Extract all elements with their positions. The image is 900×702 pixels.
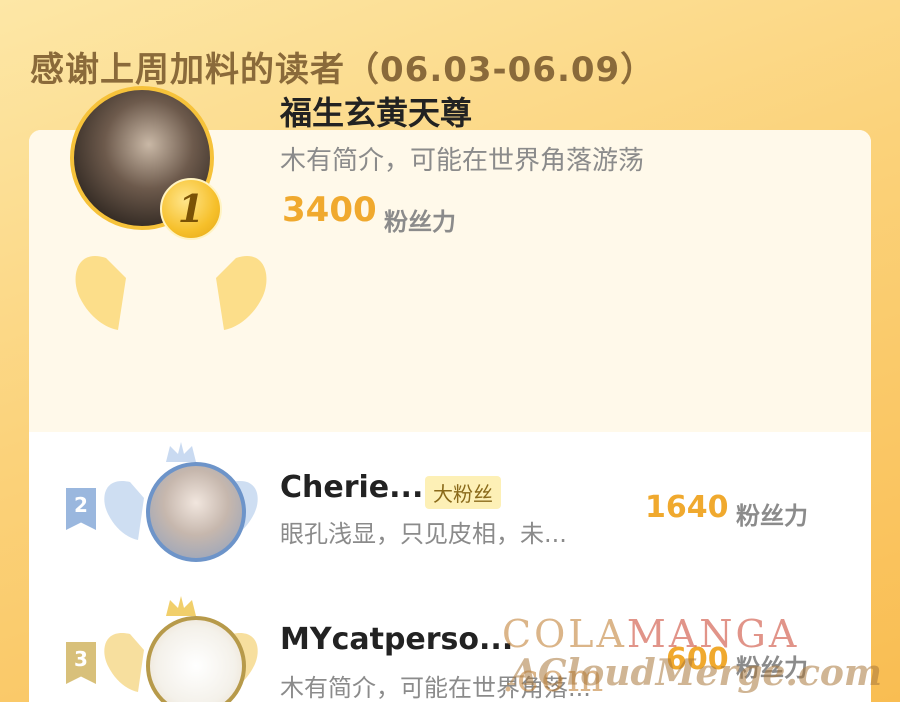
avatar[interactable] [146, 462, 246, 562]
reader-name[interactable]: 福生玄黄天尊 [280, 88, 472, 134]
reader-bio: 眼孔浅显，只见皮相，未... [280, 520, 567, 548]
page-title: 感谢上周加料的读者（06.03-06.09） [30, 50, 656, 90]
fan-power-value: 1640 [645, 490, 729, 525]
fan-power-label: 粉丝力 [384, 208, 456, 236]
wings-icon [75, 256, 267, 330]
fan-power-label: 粉丝力 [736, 654, 808, 682]
reader-name[interactable]: MYcatperso... [280, 622, 513, 657]
reader-name[interactable]: Cherie... [280, 470, 423, 505]
fan-level-badge: 大粉丝 [425, 476, 501, 509]
fan-power-value: 3400 [282, 190, 377, 230]
rank-medal-icon: 1 [160, 178, 222, 240]
fan-power-value: 600 [666, 642, 729, 677]
reader-bio: 木有简介，可能在世界角落... [280, 674, 591, 702]
fan-power-label: 粉丝力 [736, 502, 808, 530]
reader-bio: 木有简介，可能在世界角落游荡 [280, 146, 645, 176]
